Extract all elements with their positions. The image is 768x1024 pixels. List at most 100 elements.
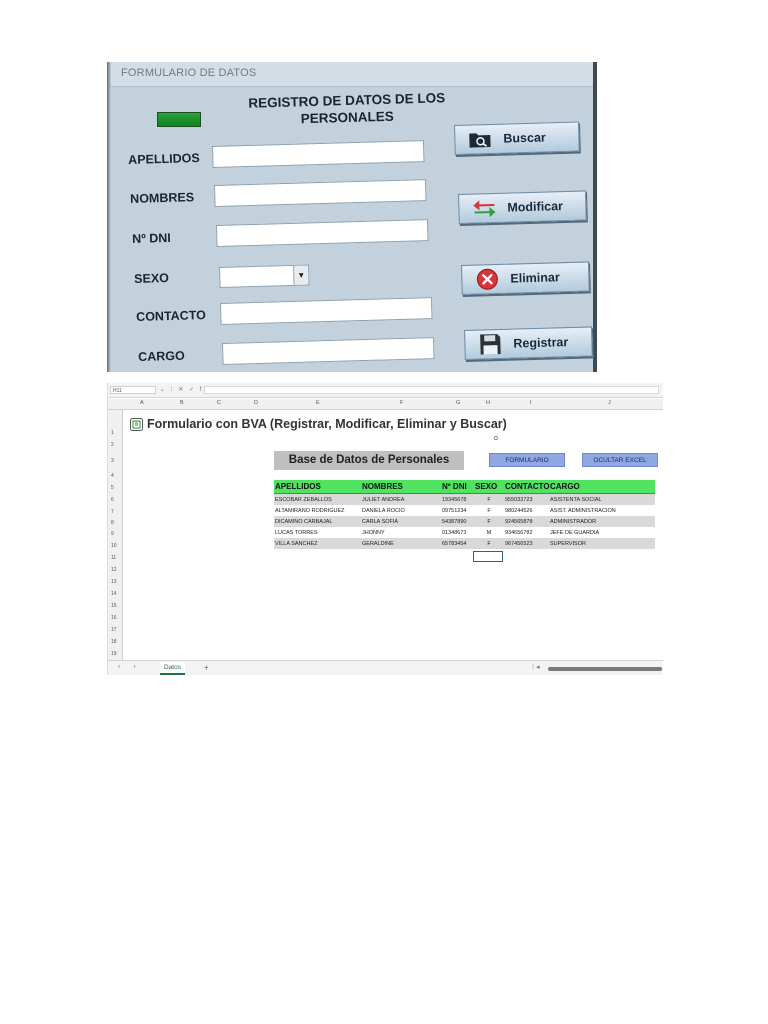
formulario-button[interactable]: FORMULARIO bbox=[489, 453, 565, 467]
add-sheet-button[interactable]: + bbox=[204, 663, 209, 672]
registrar-button[interactable]: Registrar bbox=[464, 326, 593, 360]
table-cell[interactable]: DICAMINO CARBAJAL bbox=[274, 516, 361, 527]
sheet-nav-arrows[interactable]: ‹ › bbox=[118, 664, 142, 670]
header-contacto[interactable]: CONTACTO bbox=[504, 480, 550, 494]
row-header[interactable]: 5 bbox=[111, 485, 114, 491]
table-cell[interactable]: DANIELA ROCIO bbox=[361, 505, 441, 516]
table-cell[interactable]: 924565878 bbox=[504, 516, 549, 527]
table-cell[interactable]: M bbox=[474, 527, 504, 538]
table-cell[interactable]: SUPERVISOR bbox=[549, 538, 655, 549]
col-header[interactable]: D bbox=[254, 400, 258, 406]
col-header[interactable]: G bbox=[456, 400, 460, 406]
col-header[interactable]: A bbox=[140, 400, 144, 406]
row-header[interactable]: 1 bbox=[111, 430, 114, 436]
table-cell[interactable]: F bbox=[474, 538, 504, 549]
eliminar-label: Eliminar bbox=[510, 270, 560, 286]
header-nombres[interactable]: NOMBRES bbox=[361, 480, 441, 494]
col-header[interactable]: I bbox=[530, 400, 532, 406]
ocultar-excel-button[interactable]: OCULTAR EXCEL bbox=[582, 453, 658, 467]
row-header[interactable]: 8 bbox=[111, 520, 114, 526]
row-header[interactable]: 3 bbox=[111, 458, 114, 464]
row-header[interactable]: 16 bbox=[111, 615, 117, 621]
nombres-input[interactable] bbox=[214, 179, 427, 207]
userform-window: FORMULARIO DE DATOS REGISTRO DE DATOS DE… bbox=[107, 62, 597, 372]
table-cell[interactable]: JHONNY bbox=[361, 527, 441, 538]
table-cell[interactable]: 934656782 bbox=[504, 527, 549, 538]
col-header[interactable]: E bbox=[316, 400, 320, 406]
db-title: Base de Datos de Personales bbox=[274, 451, 464, 470]
col-header[interactable]: J bbox=[608, 400, 611, 406]
row-header[interactable]: 19 bbox=[111, 651, 117, 657]
table-row: ALTAMIRANO RODRIGUEZ DANIELA ROCIO 09751… bbox=[274, 505, 655, 516]
label-sexo: SEXO bbox=[134, 271, 170, 286]
table-cell[interactable]: 967456523 bbox=[504, 538, 549, 549]
header-cargo[interactable]: CARGO bbox=[549, 480, 655, 494]
formula-icons[interactable]: ⌄ ⁝ ✕ ✓ fx bbox=[160, 386, 208, 393]
row-header[interactable]: 11 bbox=[111, 555, 116, 561]
table-cell[interactable]: ALTAMIRANO RODRIGUEZ bbox=[274, 505, 361, 516]
table-cell[interactable]: ADMINISTRADOR bbox=[549, 516, 655, 527]
table-cell[interactable]: JULIET ANDREA bbox=[361, 493, 441, 505]
row-header[interactable]: 15 bbox=[111, 603, 117, 609]
sexo-combobox[interactable]: ▼ bbox=[219, 264, 310, 288]
table-cell[interactable]: 19345678 bbox=[441, 493, 474, 505]
dni-input[interactable] bbox=[216, 219, 429, 247]
row-header[interactable]: 10 bbox=[111, 543, 117, 549]
form-app-icon bbox=[130, 417, 143, 431]
form-titlebar[interactable]: FORMULARIO DE DATOS bbox=[111, 62, 593, 87]
modificar-button[interactable]: Modificar bbox=[458, 190, 587, 224]
table-cell[interactable]: F bbox=[474, 505, 504, 516]
table-cell[interactable]: 65783454 bbox=[441, 538, 474, 549]
table-cell[interactable]: F bbox=[474, 493, 504, 505]
table-cell[interactable]: 955033723 bbox=[504, 493, 549, 505]
eliminar-button[interactable]: Eliminar bbox=[461, 261, 590, 295]
horizontal-scrollbar[interactable] bbox=[548, 667, 662, 671]
row-header[interactable]: 7 bbox=[111, 509, 114, 515]
apellidos-input[interactable] bbox=[212, 140, 425, 168]
table-cell[interactable]: ESCOBAR ZEBALLOS bbox=[274, 493, 361, 505]
row-header[interactable]: 17 bbox=[111, 627, 117, 633]
table-cell[interactable]: JEFE DE GUARDIA bbox=[549, 527, 655, 538]
chevron-down-icon[interactable]: ▼ bbox=[292, 265, 309, 285]
col-header[interactable]: F bbox=[400, 400, 403, 406]
col-header[interactable]: H bbox=[486, 400, 490, 406]
buscar-button[interactable]: Buscar bbox=[454, 121, 580, 155]
table-cell[interactable]: 54387890 bbox=[441, 516, 474, 527]
table-cell[interactable]: LUCAS TORRES bbox=[274, 527, 361, 538]
label-apellidos: APELLIDOS bbox=[128, 151, 200, 167]
table-cell[interactable]: VILLA SANCHEZ bbox=[274, 538, 361, 549]
row-header[interactable]: 18 bbox=[111, 639, 117, 645]
col-header[interactable]: B bbox=[180, 400, 184, 406]
label-contacto: CONTACTO bbox=[136, 308, 207, 324]
table-cell[interactable]: ASISTENTA SOCIAL bbox=[549, 493, 655, 505]
contacto-input[interactable] bbox=[220, 297, 433, 325]
table-cell[interactable]: GERALDINE bbox=[361, 538, 441, 549]
name-box[interactable]: H11 bbox=[110, 386, 156, 394]
row-header[interactable]: 6 bbox=[111, 497, 114, 503]
tab-scroll-controls[interactable]: ⁝ ◂ bbox=[532, 663, 540, 671]
small-mark: o bbox=[494, 435, 498, 442]
header-sexo[interactable]: SEXO bbox=[474, 480, 504, 494]
row-header[interactable]: 4 bbox=[111, 473, 114, 479]
col-header[interactable]: C bbox=[217, 400, 221, 406]
table-cell[interactable]: ASIST. ADMINISTRACION bbox=[549, 505, 655, 516]
delete-x-icon bbox=[474, 268, 501, 290]
header-dni[interactable]: Nº DNI bbox=[441, 480, 474, 494]
table-cell[interactable]: CARLA SOFIA bbox=[361, 516, 441, 527]
formula-input[interactable] bbox=[204, 386, 659, 394]
table-cell[interactable]: 980244526 bbox=[504, 505, 549, 516]
row-header[interactable]: 14 bbox=[111, 591, 117, 597]
row-header[interactable]: 13 bbox=[111, 579, 117, 585]
row-header[interactable]: 9 bbox=[111, 531, 114, 537]
row-header[interactable]: 2 bbox=[111, 442, 114, 448]
table-cell[interactable]: 09751234 bbox=[441, 505, 474, 516]
sheet-tab-datos[interactable]: Datos bbox=[160, 662, 185, 675]
table-cell[interactable]: F bbox=[474, 516, 504, 527]
cargo-input[interactable] bbox=[222, 337, 435, 365]
header-apellidos[interactable]: APELLIDOS bbox=[274, 480, 361, 494]
form-heading: REGISTRO DE DATOS DE LOS PERSONALES bbox=[237, 89, 458, 129]
label-dni: Nº DNI bbox=[132, 230, 171, 246]
active-cell-selection[interactable] bbox=[473, 551, 503, 562]
row-header[interactable]: 12 bbox=[111, 567, 117, 573]
table-cell[interactable]: 01348673 bbox=[441, 527, 474, 538]
